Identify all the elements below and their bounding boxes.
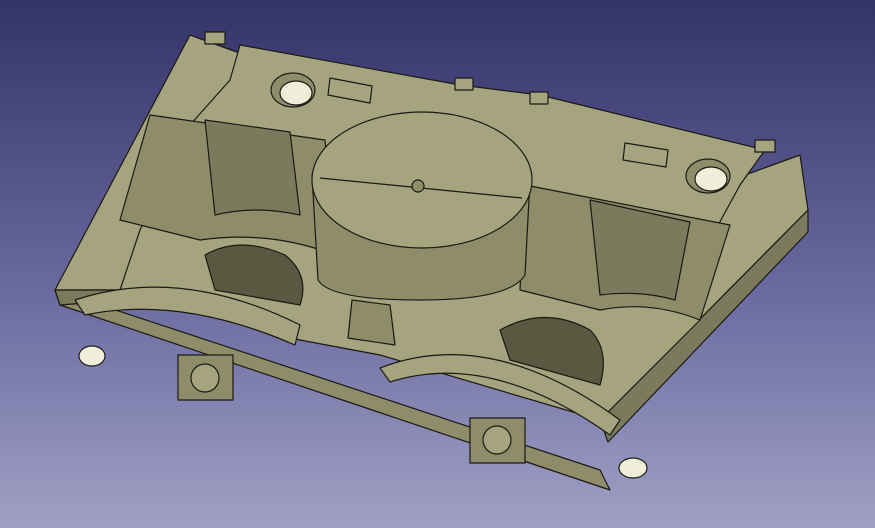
top-lug-4 bbox=[754, 139, 776, 153]
left-axle-box-cap bbox=[190, 363, 220, 393]
bogie-frame-model[interactable] bbox=[0, 0, 875, 528]
pivot-center-hole bbox=[411, 179, 425, 193]
top-lug-2 bbox=[454, 77, 474, 91]
right-axle-box-cap bbox=[482, 425, 512, 455]
left-pin bbox=[78, 345, 106, 367]
top-lug-1 bbox=[204, 31, 226, 45]
right-pin bbox=[618, 457, 648, 479]
center-bracket bbox=[347, 299, 396, 346]
left-cradle-shade bbox=[204, 119, 301, 216]
left-mount-hole-inner bbox=[279, 80, 313, 106]
top-lug-3 bbox=[529, 91, 549, 105]
3d-viewport[interactable] bbox=[0, 0, 875, 528]
right-mount-hole-inner bbox=[694, 166, 728, 192]
